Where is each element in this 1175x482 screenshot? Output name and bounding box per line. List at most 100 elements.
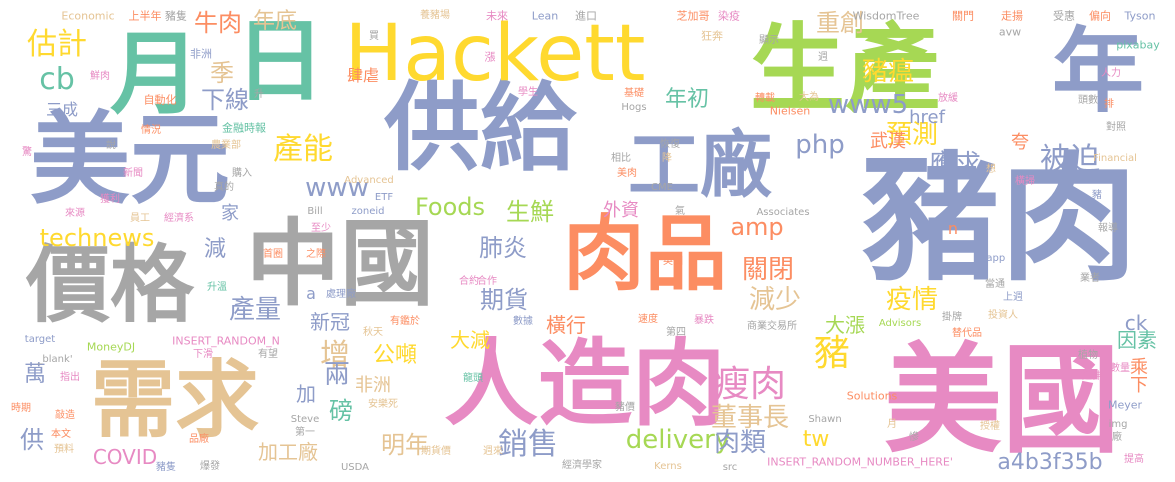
word-jia-ge: 價格 bbox=[25, 236, 195, 334]
word-zhu-wen: 豬瘟 bbox=[861, 57, 915, 87]
word-blank: _blank' bbox=[37, 354, 73, 365]
word-pin-shu: 頭數 bbox=[1078, 95, 1098, 106]
word-xin-wen: 新聞 bbox=[123, 168, 143, 179]
word-jin-kou: 進口 bbox=[575, 9, 597, 23]
word-chan-liang: 產量 bbox=[228, 295, 282, 325]
word-zoneid: zoneid bbox=[351, 206, 385, 217]
word-ren-li: 人力 bbox=[1101, 68, 1121, 79]
word-xian-rou: 鮮肉 bbox=[90, 71, 110, 82]
word-ben-wen: 本文 bbox=[51, 429, 71, 440]
word-chan-neng: 產能 bbox=[273, 132, 333, 167]
word-zhu-jian-2: 豬隻 bbox=[156, 462, 176, 473]
word-ti-gao: 提高 bbox=[1124, 454, 1144, 465]
word-chu-li-zhong: 處理廠 bbox=[326, 289, 356, 300]
word-shang-pin: 商業交易所 bbox=[747, 321, 797, 332]
word-jia-gong-chang: 加工廠 bbox=[258, 440, 318, 464]
word-wisdomtree: WisdomTree bbox=[852, 9, 920, 23]
word-gu-ji: 估計 bbox=[27, 27, 87, 62]
word-he-zuo: 合作 bbox=[477, 276, 497, 287]
word-gong-dun: 公噸 bbox=[372, 343, 418, 368]
word-di-si: 第四 bbox=[666, 327, 686, 338]
word-technews: technews bbox=[39, 224, 155, 252]
word-href: href bbox=[909, 107, 945, 128]
word-zhi-jia-ge: 芝加哥 bbox=[676, 9, 710, 23]
word-avw: avw bbox=[998, 25, 1022, 39]
word-bill: Bill bbox=[307, 206, 323, 217]
word-nian-chu: 年初 bbox=[664, 87, 710, 112]
word-shang-ban-nian: 上半年 bbox=[128, 9, 162, 23]
word-yan-shen: 延伸 bbox=[1082, 371, 1102, 382]
word-da-wei: 大為 bbox=[799, 92, 819, 103]
word-kua: 夸 bbox=[1011, 132, 1029, 153]
word-zhi-wu: 植物 bbox=[1078, 350, 1098, 361]
word-ying-qiu: 應求 bbox=[928, 150, 982, 180]
word-ti-dai-pin: 替代品 bbox=[952, 328, 982, 339]
word-dang-tong: 當通 bbox=[985, 279, 1005, 290]
word-shou-quan: 授權 bbox=[980, 421, 1000, 432]
word-niu-rou: 牛肉 bbox=[194, 9, 242, 37]
word-xia-xian: 下線 bbox=[201, 86, 249, 114]
word-ck: ck bbox=[1124, 311, 1148, 335]
word-zi-dong-hua: 自動化 bbox=[143, 93, 177, 107]
word-qiu-ji: 秋天 bbox=[363, 327, 383, 338]
word-advanced: Advanced bbox=[344, 175, 394, 186]
word-zhi-shao: 至少 bbox=[311, 223, 331, 234]
word-hui-fu: 恢復 bbox=[660, 139, 680, 150]
word-wu-han: 武漢 bbox=[870, 131, 906, 152]
word-an-le-si: 安樂死 bbox=[368, 399, 398, 410]
word-you-wang: 有望 bbox=[258, 349, 278, 360]
word-lai-yuan: 來源 bbox=[65, 208, 85, 219]
word-php: php bbox=[795, 130, 845, 160]
word-wei-lai: 未來 bbox=[486, 9, 508, 23]
word-bang: 磅 bbox=[329, 397, 353, 425]
word-su-du: 速度 bbox=[638, 314, 658, 325]
word-bao-die: 暴跌 bbox=[694, 315, 714, 326]
word-gong: 供 bbox=[20, 426, 44, 454]
word-bao-fa: 爆發 bbox=[200, 461, 220, 472]
word-pin-kuan: 品廠 bbox=[189, 434, 209, 445]
word-lean: Lean bbox=[531, 9, 559, 23]
word-cloud: 豬肉 美國 生產 供給 美元 Hackett 中國 人造肉 需求 肉品 價格 工… bbox=[0, 0, 1175, 482]
word-zou-yang: 走揚 bbox=[1001, 9, 1023, 23]
word-economic: Economic bbox=[61, 9, 115, 23]
word-gua-pai: 掛牌 bbox=[942, 312, 962, 323]
word-jing-ji-xue-jia: 經濟學家 bbox=[562, 460, 602, 471]
word-foods: Foods bbox=[414, 193, 486, 221]
word-cb: cb bbox=[39, 62, 75, 97]
word-gou-ru: 購入 bbox=[232, 168, 252, 179]
word-img: img bbox=[1108, 419, 1128, 430]
word-xue-sheng: 學生 bbox=[518, 87, 538, 98]
word-qi-huo: 期貨 bbox=[480, 286, 528, 314]
word-ji: 季 bbox=[210, 59, 234, 87]
word-yuan-gong: 員工 bbox=[130, 213, 150, 224]
word-shou-rou: 瘦肉 bbox=[713, 364, 787, 405]
word-sheng: 升 bbox=[254, 89, 264, 100]
word-wai-zi: 外資 bbox=[603, 200, 639, 221]
word-yue: 月 bbox=[110, 22, 200, 127]
word-xiang-bi: 相比 bbox=[611, 153, 631, 164]
word-src: src bbox=[722, 462, 738, 473]
word-kuang-ben: 狂奔 bbox=[701, 29, 723, 43]
word-fei-zhou: 非洲 bbox=[355, 375, 391, 396]
word-ying-guo: 英國 bbox=[663, 256, 683, 267]
word-insert-random-n: INSERT_RANDOM_N bbox=[172, 334, 280, 348]
word-www5: www5 bbox=[827, 90, 909, 120]
word-jian-shao: 減少 bbox=[748, 285, 802, 315]
word-amp: amp bbox=[730, 213, 784, 241]
word-shi-qi: 時期 bbox=[11, 403, 31, 414]
word-mei-rou: 美肉 bbox=[617, 168, 637, 179]
word-jian: 減 bbox=[203, 237, 227, 262]
word-cheng-xia: 乘下 bbox=[1127, 357, 1148, 393]
word-fang-huan: 放緩 bbox=[938, 93, 958, 104]
word-usda: USDA bbox=[340, 462, 370, 473]
word-jiang: 降 bbox=[662, 153, 672, 164]
word-huo-li: 獲利 bbox=[100, 194, 120, 205]
word-xiao-shou: 銷售 bbox=[498, 427, 558, 462]
word-ran-yi: 染疫 bbox=[718, 9, 740, 23]
word-mai: 買 bbox=[369, 31, 379, 42]
word-liang: 兩 bbox=[323, 360, 351, 390]
word-he-yue: 合約 bbox=[459, 276, 479, 287]
word-shu-liang: 數量 bbox=[1110, 363, 1130, 374]
word-target: target bbox=[24, 334, 56, 345]
word-zhuan-zai: 轉載 bbox=[755, 93, 775, 104]
